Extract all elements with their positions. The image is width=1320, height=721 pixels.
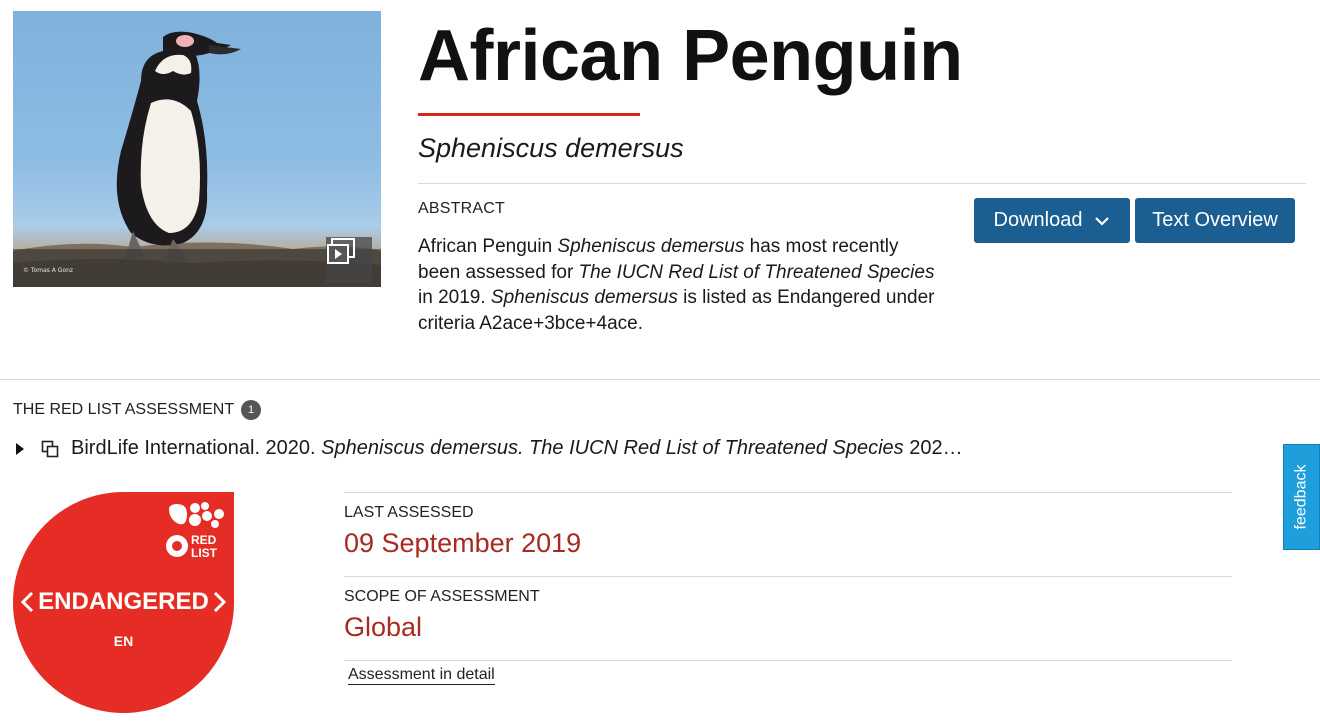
detail-divider xyxy=(344,660,1232,661)
citation-plain: BirdLife International. 2020. xyxy=(71,437,322,459)
red-list-logo-icon: RED LIST xyxy=(166,502,224,560)
abstract-label: ABSTRACT xyxy=(418,200,505,217)
red-list-logo-text: RED xyxy=(191,533,217,547)
species-common-name: African Penguin xyxy=(418,16,963,96)
abstract-text-italic: Spheniscus demersus xyxy=(490,287,678,308)
chevron-down-icon xyxy=(1094,216,1110,226)
gallery-button[interactable] xyxy=(326,237,372,283)
scope-value: Global xyxy=(344,612,423,642)
gallery-play-icon xyxy=(327,238,355,264)
expand-triangle-icon[interactable] xyxy=(15,442,29,456)
abstract-text-segment: in 2019. xyxy=(418,287,491,308)
citation-text: BirdLife International. 2020. Spheniscus… xyxy=(71,437,963,460)
copy-icon[interactable] xyxy=(41,440,59,458)
red-list-logo-text: LIST xyxy=(191,546,218,560)
divider xyxy=(418,183,1306,184)
chevron-left-icon xyxy=(20,591,34,613)
text-overview-button-label: Text Overview xyxy=(1152,209,1278,231)
title-underline xyxy=(418,113,640,116)
chevron-right-icon xyxy=(213,591,227,613)
download-button[interactable]: Download xyxy=(974,198,1130,243)
species-photo[interactable]: © Tomas A Gonz xyxy=(13,11,381,287)
endangered-status-badge: RED LIST ENDANGERED EN xyxy=(13,492,234,713)
species-scientific-name: Spheniscus demersus xyxy=(418,133,684,163)
scope-label: SCOPE OF ASSESSMENT xyxy=(344,588,540,605)
red-list-logo: RED LIST xyxy=(165,500,229,569)
citation-tail: 202… xyxy=(903,437,963,459)
abstract-text: African Penguin Spheniscus demersus has … xyxy=(418,234,938,336)
assessment-in-detail-link[interactable]: Assessment in detail xyxy=(348,666,495,685)
red-list-assessment-heading: THE RED LIST ASSESSMENT 1 xyxy=(13,400,262,420)
citation-italic: Spheniscus demersus. The IUCN Red List o… xyxy=(321,437,904,459)
detail-divider xyxy=(344,492,1232,493)
feedback-label: feedback xyxy=(1292,464,1310,530)
abstract-text-segment: African Penguin xyxy=(418,236,558,257)
abstract-text-italic: The IUCN Red List of Threatened Species xyxy=(578,261,935,283)
abstract-text-italic: Spheniscus demersus xyxy=(557,236,745,257)
detail-divider xyxy=(344,576,1232,577)
citation-row[interactable]: BirdLife International. 2020. Spheniscus… xyxy=(13,437,963,460)
last-assessed-label: LAST ASSESSED xyxy=(344,504,474,521)
status-label: ENDANGERED xyxy=(38,588,209,615)
assessment-heading-label: THE RED LIST ASSESSMENT xyxy=(13,401,235,418)
assessment-count-badge: 1 xyxy=(241,400,262,420)
last-assessed-value: 09 September 2019 xyxy=(344,528,582,558)
text-overview-button[interactable]: Text Overview xyxy=(1135,198,1295,243)
status-category: ENDANGERED xyxy=(13,588,234,616)
status-code: EN xyxy=(113,633,134,649)
photo-credit: © Tomas A Gonz xyxy=(23,267,74,274)
feedback-tab[interactable]: feedback xyxy=(1283,444,1320,550)
section-divider xyxy=(0,379,1320,380)
download-button-label: Download xyxy=(993,209,1083,231)
